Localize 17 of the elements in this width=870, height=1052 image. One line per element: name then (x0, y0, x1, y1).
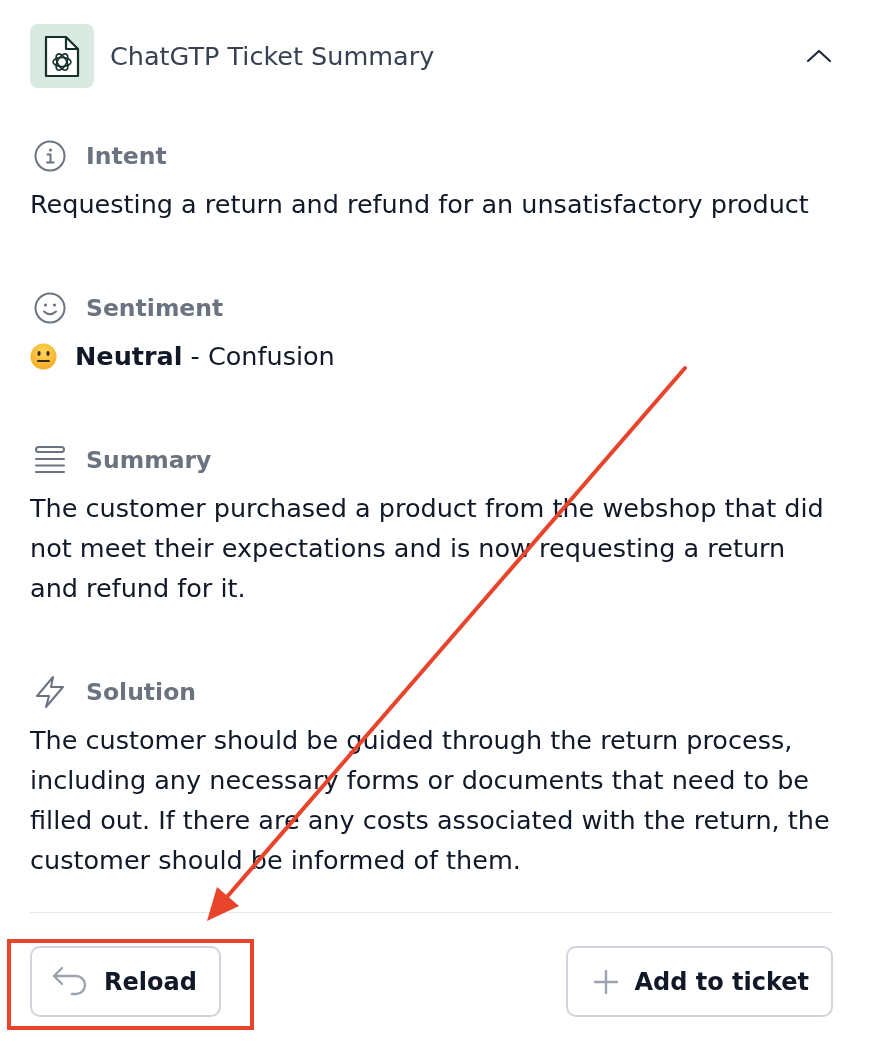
section-heading: Sentiment (86, 293, 224, 324)
panel-title: ChatGTP Ticket Summary (110, 40, 435, 72)
list-lines-icon (34, 445, 66, 475)
lightning-icon (34, 675, 66, 709)
section-text: Requesting a return and refund for an unsatisfactory product (30, 188, 809, 221)
section-heading: Intent (86, 141, 167, 172)
section-heading: Summary (86, 445, 212, 476)
chevron-up-icon (806, 49, 832, 63)
smile-icon (34, 292, 66, 324)
document-logo-icon (30, 24, 94, 88)
info-icon (34, 140, 66, 172)
neutral-face-icon (30, 342, 57, 370)
section-heading: Solution (86, 677, 197, 708)
sentiment-text: Neutral - Confusion (75, 340, 335, 373)
plus-icon (594, 969, 619, 994)
add-to-ticket-button[interactable]: Add to ticket (566, 946, 833, 1017)
reload-button[interactable]: Reload (30, 946, 221, 1017)
